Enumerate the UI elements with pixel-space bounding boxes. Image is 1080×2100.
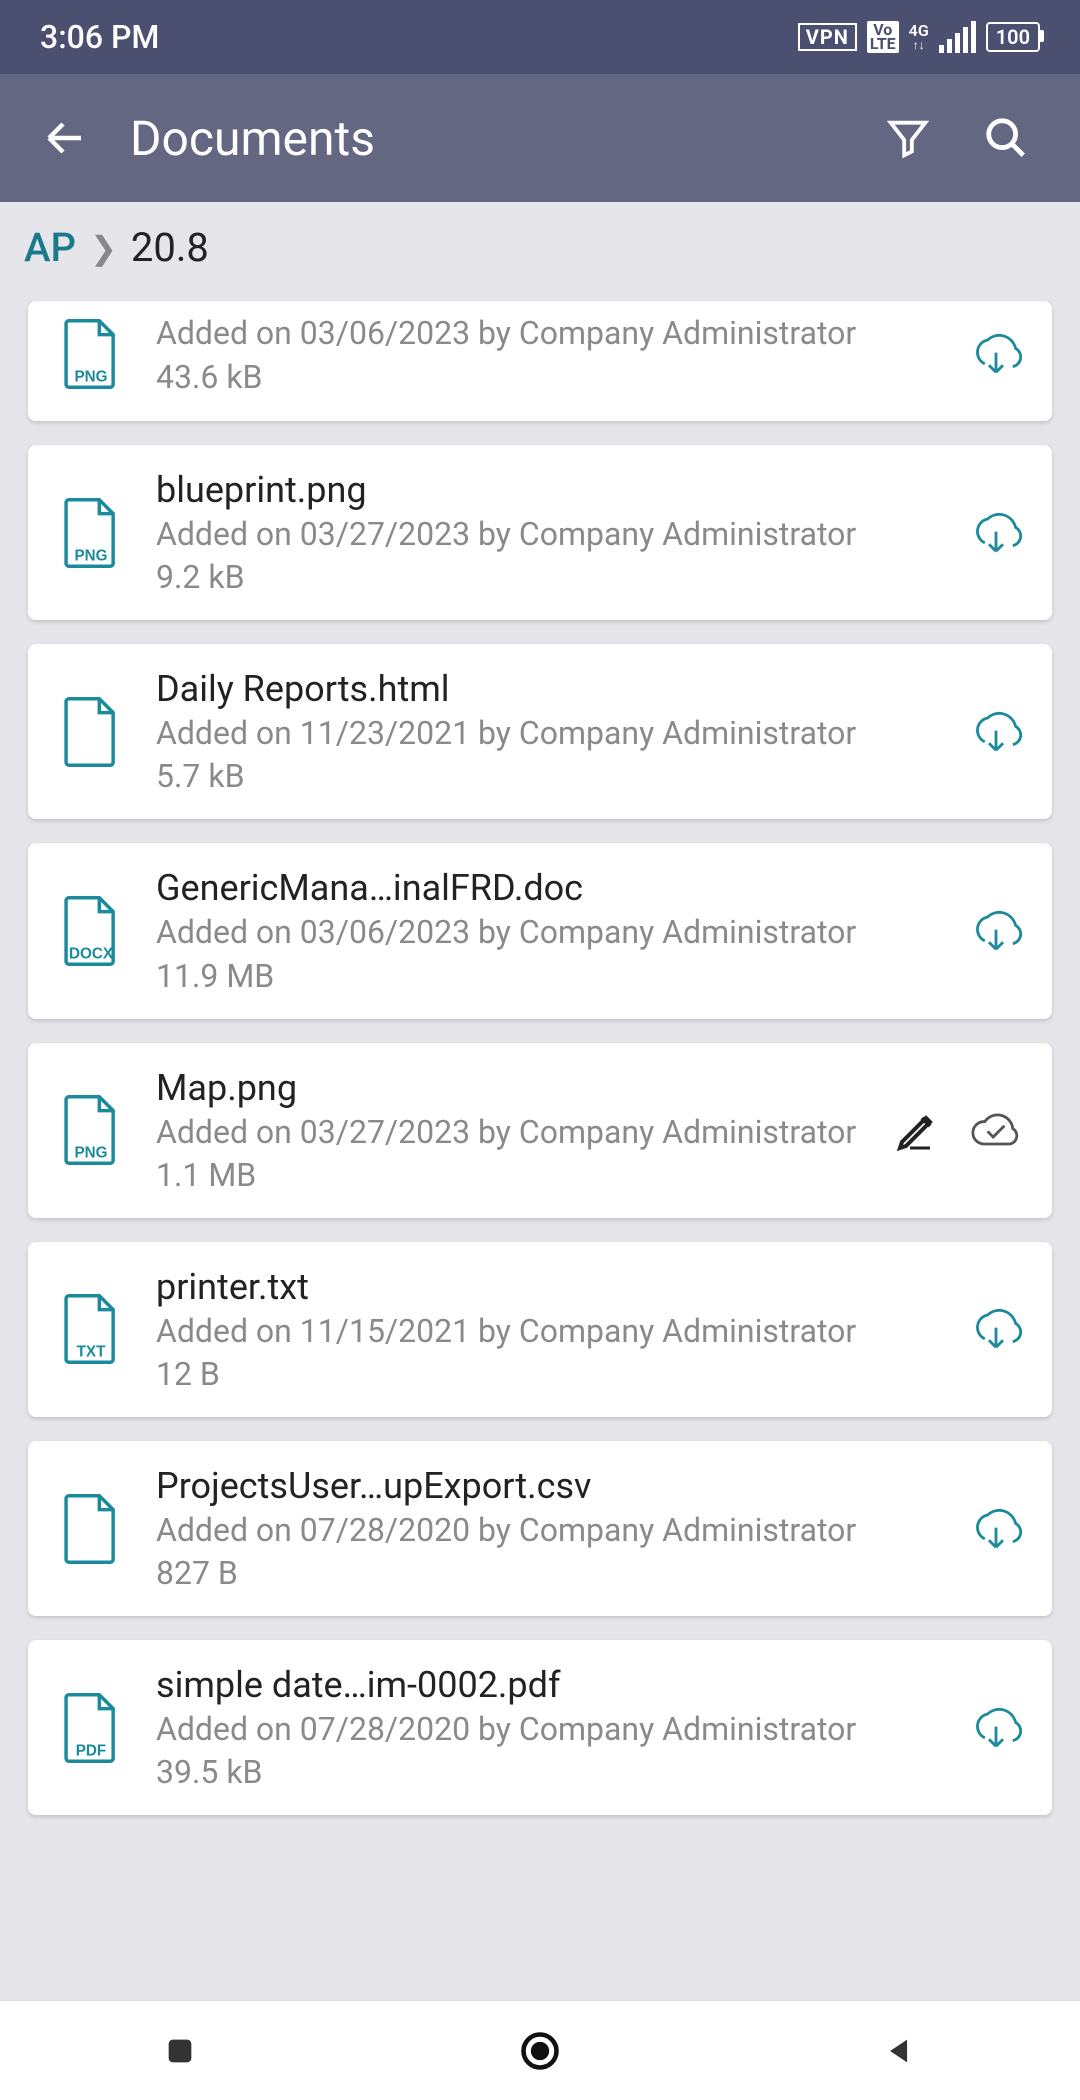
document-info: simple date…im-0002.pdfAdded on 07/28/20…: [156, 1664, 948, 1791]
document-name: ProjectsUser…upExport.csv: [156, 1465, 948, 1507]
download-button[interactable]: [968, 332, 1024, 376]
file-type-icon: PDF: [56, 1692, 126, 1764]
download-button[interactable]: [968, 1307, 1024, 1351]
file-type-icon: PNG: [56, 497, 126, 569]
document-actions: [968, 1307, 1024, 1351]
status-right: VPN VoLTE 4G ↑↓ 100: [798, 21, 1040, 54]
file-type-icon: [56, 696, 126, 768]
document-meta: Added on 03/06/2023 by Company Administr…: [156, 312, 948, 355]
document-size: 43.6 kB: [156, 358, 948, 396]
document-meta: Added on 07/28/2020 by Company Administr…: [156, 1708, 948, 1751]
document-info: Added on 03/06/2023 by Company Administr…: [156, 312, 948, 395]
funnel-icon: [885, 115, 931, 161]
document-actions: [968, 1507, 1024, 1551]
document-name: printer.txt: [156, 1266, 948, 1308]
circle-icon: [518, 2029, 562, 2073]
document-list: PNG Added on 03/06/2023 by Company Admin…: [0, 301, 1080, 1815]
battery-indicator: 100: [986, 22, 1040, 52]
file-type-icon: DOCX: [56, 895, 126, 967]
recent-apps-button[interactable]: [156, 2027, 204, 2075]
search-icon: [983, 115, 1029, 161]
document-actions: [968, 710, 1024, 754]
page-title: Documents: [130, 110, 884, 167]
document-info: Map.pngAdded on 03/27/2023 by Company Ad…: [156, 1067, 874, 1194]
document-size: 39.5 kB: [156, 1753, 948, 1791]
network-indicator: 4G ↑↓: [909, 23, 929, 51]
document-name: simple date…im-0002.pdf: [156, 1664, 948, 1706]
document-info: GenericMana…inalFRD.docAdded on 03/06/20…: [156, 867, 948, 994]
svg-text:TXT: TXT: [77, 1344, 106, 1361]
document-card[interactable]: PNG blueprint.pngAdded on 03/27/2023 by …: [28, 445, 1052, 620]
volte-badge: VoLTE: [867, 21, 899, 54]
document-meta: Added on 03/27/2023 by Company Administr…: [156, 1111, 874, 1154]
vpn-badge: VPN: [798, 23, 857, 51]
document-actions: [968, 332, 1024, 376]
document-size: 12 B: [156, 1355, 948, 1393]
system-nav-bar: [0, 2000, 1080, 2100]
breadcrumb: AP ❯ 20.8: [0, 202, 1080, 301]
search-button[interactable]: [982, 114, 1030, 162]
document-size: 5.7 kB: [156, 757, 948, 795]
document-card[interactable]: DOCX GenericMana…inalFRD.docAdded on 03/…: [28, 843, 1052, 1018]
signal-icon: [939, 21, 976, 53]
svg-text:PNG: PNG: [75, 1145, 108, 1162]
back-button[interactable]: [30, 114, 100, 162]
document-info: Daily Reports.htmlAdded on 11/23/2021 by…: [156, 668, 948, 795]
svg-text:DOCX: DOCX: [69, 946, 114, 963]
triangle-left-icon: [883, 2034, 917, 2068]
document-card[interactable]: Daily Reports.htmlAdded on 11/23/2021 by…: [28, 644, 1052, 819]
document-actions: [968, 909, 1024, 953]
svg-text:PDF: PDF: [76, 1742, 106, 1759]
edit-button[interactable]: [894, 1106, 942, 1154]
document-card[interactable]: PNG Added on 03/06/2023 by Company Admin…: [28, 301, 1052, 421]
file-type-icon: TXT: [56, 1293, 126, 1365]
file-type-icon: PNG: [56, 318, 126, 390]
document-name: blueprint.png: [156, 469, 948, 511]
download-button[interactable]: [968, 1706, 1024, 1750]
document-card[interactable]: PNG Map.pngAdded on 03/27/2023 by Compan…: [28, 1043, 1052, 1218]
download-button[interactable]: [968, 1507, 1024, 1551]
status-bar: 3:06 PM VPN VoLTE 4G ↑↓ 100: [0, 0, 1080, 74]
document-meta: Added on 11/15/2021 by Company Administr…: [156, 1310, 948, 1353]
status-time: 3:06 PM: [40, 18, 159, 56]
home-button[interactable]: [516, 2027, 564, 2075]
document-meta: Added on 11/23/2021 by Company Administr…: [156, 712, 948, 755]
synced-indicator: [968, 1110, 1024, 1150]
breadcrumb-parent[interactable]: AP: [24, 224, 76, 271]
download-button[interactable]: [968, 511, 1024, 555]
arrow-left-icon: [41, 114, 89, 162]
document-name: GenericMana…inalFRD.doc: [156, 867, 948, 909]
document-meta: Added on 07/28/2020 by Company Administr…: [156, 1509, 948, 1552]
file-type-icon: [56, 1493, 126, 1565]
square-icon: [163, 2034, 197, 2068]
back-nav-button[interactable]: [876, 2027, 924, 2075]
document-size: 827 B: [156, 1554, 948, 1592]
document-card[interactable]: TXT printer.txtAdded on 11/15/2021 by Co…: [28, 1242, 1052, 1417]
file-type-icon: PNG: [56, 1094, 126, 1166]
chevron-right-icon: ❯: [90, 229, 117, 267]
document-size: 11.9 MB: [156, 957, 948, 995]
document-meta: Added on 03/27/2023 by Company Administr…: [156, 513, 948, 556]
document-info: blueprint.pngAdded on 03/27/2023 by Comp…: [156, 469, 948, 596]
document-actions: [894, 1106, 1024, 1154]
breadcrumb-current: 20.8: [131, 224, 209, 271]
svg-text:PNG: PNG: [75, 369, 108, 386]
document-info: ProjectsUser…upExport.csvAdded on 07/28/…: [156, 1465, 948, 1592]
download-button[interactable]: [968, 909, 1024, 953]
document-name: Daily Reports.html: [156, 668, 948, 710]
document-actions: [968, 511, 1024, 555]
svg-text:PNG: PNG: [75, 547, 108, 564]
app-bar-actions: [884, 114, 1050, 162]
document-name: Map.png: [156, 1067, 874, 1109]
document-actions: [968, 1706, 1024, 1750]
document-card[interactable]: ProjectsUser…upExport.csvAdded on 07/28/…: [28, 1441, 1052, 1616]
document-meta: Added on 03/06/2023 by Company Administr…: [156, 911, 948, 954]
document-card[interactable]: PDF simple date…im-0002.pdfAdded on 07/2…: [28, 1640, 1052, 1815]
document-size: 9.2 kB: [156, 558, 948, 596]
filter-button[interactable]: [884, 114, 932, 162]
document-info: printer.txtAdded on 11/15/2021 by Compan…: [156, 1266, 948, 1393]
document-size: 1.1 MB: [156, 1156, 874, 1194]
app-bar: Documents: [0, 74, 1080, 202]
download-button[interactable]: [968, 710, 1024, 754]
